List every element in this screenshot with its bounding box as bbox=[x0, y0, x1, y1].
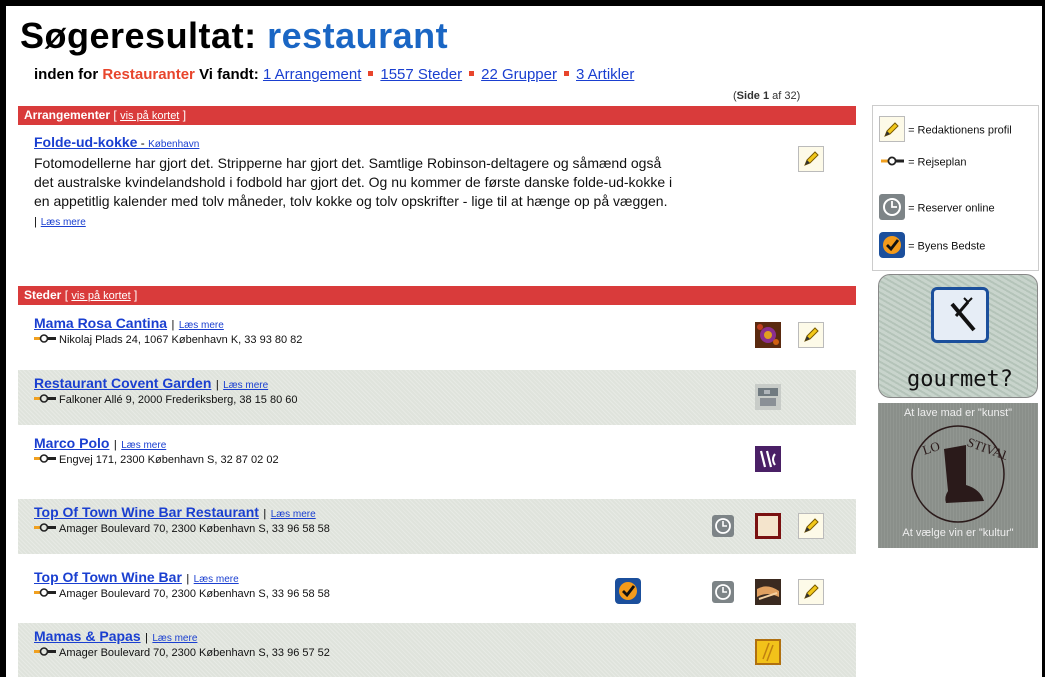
steder-section-header: Steder [ vis på kortet ] bbox=[18, 286, 856, 305]
arrangement-count-link[interactable]: 1 Arrangement bbox=[263, 66, 361, 83]
check-badge-icon[interactable] bbox=[615, 578, 641, 604]
route-plan-icon[interactable] bbox=[34, 394, 56, 406]
legend-item: = Redaktionens profil bbox=[879, 116, 1012, 145]
separator-dot bbox=[469, 71, 475, 77]
stivale-ad-top-text: At lave mad er "kunst" bbox=[903, 407, 1013, 419]
event-title-link[interactable]: Folde-ud-kokke bbox=[34, 134, 137, 150]
icon-legend: = Redaktionens profil = Rejseplan = Rese… bbox=[872, 105, 1039, 271]
page-total: af 32) bbox=[772, 90, 801, 102]
venue-read-more-link[interactable]: Læs mere bbox=[179, 320, 224, 331]
list-item: Top Of Town Wine Bar Restaurant | Læs me… bbox=[18, 499, 856, 554]
event-title-wrap: Folde-ud-kokke - København bbox=[34, 134, 199, 150]
fork-knife-icon bbox=[931, 287, 989, 343]
legend-item: = Reserver online bbox=[879, 194, 995, 223]
clock-icon bbox=[879, 194, 905, 223]
route-plan-icon bbox=[879, 156, 905, 169]
window-frame-top bbox=[0, 0, 1045, 6]
route-plan-icon[interactable] bbox=[34, 523, 56, 535]
found-label: Vi fandt: bbox=[199, 66, 259, 83]
grupper-count-link[interactable]: 22 Grupper bbox=[481, 66, 557, 83]
route-plan-icon[interactable] bbox=[34, 588, 56, 600]
venue-address: Amager Boulevard 70, 2300 København S, 3… bbox=[34, 588, 330, 600]
title-colon: : bbox=[244, 15, 257, 56]
list-item: Mama Rosa Cantina | Læs mere Nikolaj Pla… bbox=[18, 310, 856, 365]
pencil-icon[interactable] bbox=[798, 579, 824, 605]
venue-thumbnail[interactable] bbox=[755, 384, 781, 410]
venue-thumbnail[interactable] bbox=[755, 579, 781, 605]
scope-label: inden for bbox=[34, 66, 99, 83]
pencil-icon bbox=[879, 116, 905, 145]
venue-thumbnail[interactable] bbox=[755, 639, 781, 665]
venue-address: Amager Boulevard 70, 2300 København S, 3… bbox=[34, 523, 330, 535]
list-item: Mamas & Papas | Læs mere Amager Boulevar… bbox=[18, 623, 856, 677]
venue-read-more-link[interactable]: Læs mere bbox=[223, 380, 268, 391]
venue-name-link[interactable]: Marco Polo bbox=[34, 435, 109, 451]
page-side-label: Side bbox=[736, 90, 760, 102]
venue-name-link[interactable]: Top Of Town Wine Bar Restaurant bbox=[34, 504, 259, 520]
venue-address: Amager Boulevard 70, 2300 København S, 3… bbox=[34, 647, 330, 659]
category-label: Restauranter bbox=[102, 66, 195, 83]
separator-dot bbox=[564, 71, 569, 77]
legend-label: = Byens Bedste bbox=[908, 240, 986, 253]
legend-label: = Reserver online bbox=[908, 202, 995, 215]
event-item: Folde-ud-kokke - København Fotomodellern… bbox=[18, 126, 856, 266]
route-plan-icon[interactable] bbox=[34, 647, 56, 659]
venue-name-link[interactable]: Restaurant Covent Garden bbox=[34, 375, 211, 391]
clock-icon[interactable] bbox=[712, 515, 734, 537]
arrangementer-heading: Arrangementer bbox=[24, 108, 111, 122]
page-title: Søgeresultat: restaurant bbox=[20, 16, 448, 56]
page-current: 1 bbox=[762, 90, 770, 102]
lo-stivale-ad-banner[interactable]: At lave mad er "kunst" LO STIVALE At væl… bbox=[878, 403, 1038, 548]
list-item: Top Of Town Wine Bar | Læs mere Amager B… bbox=[18, 564, 856, 619]
check-badge-icon bbox=[879, 232, 905, 261]
list-item: Marco Polo | Læs mere Engvej 171, 2300 K… bbox=[18, 430, 856, 485]
venue-read-more-link[interactable]: Læs mere bbox=[194, 574, 239, 585]
event-title-sep: - bbox=[137, 136, 149, 150]
list-item: Restaurant Covent Garden | Læs mere Falk… bbox=[18, 370, 856, 425]
pencil-icon[interactable] bbox=[798, 146, 824, 172]
stivale-logo-text: STIVALE bbox=[965, 434, 1006, 466]
venue-address: Falkoner Allé 9, 2000 Frederiksberg, 38 … bbox=[34, 394, 297, 406]
venue-address: Engvej 171, 2300 København S, 32 87 02 0… bbox=[34, 454, 279, 466]
steder-count-link[interactable]: 1557 Steder bbox=[380, 66, 462, 83]
artikler-count-link[interactable]: 3 Artikler bbox=[576, 66, 634, 83]
venue-name-link[interactable]: Top Of Town Wine Bar bbox=[34, 569, 182, 585]
legend-item: = Rejseplan bbox=[879, 156, 966, 169]
pencil-icon[interactable] bbox=[798, 513, 824, 539]
boot-logo-icon: LO STIVALE bbox=[911, 425, 1006, 523]
route-plan-icon[interactable] bbox=[34, 334, 56, 346]
event-city-link[interactable]: København bbox=[148, 139, 199, 150]
venue-thumbnail[interactable] bbox=[755, 322, 781, 348]
window-frame-left bbox=[0, 0, 6, 677]
venue-address: Nikolaj Plads 24, 1067 København K, 33 9… bbox=[34, 334, 302, 346]
legend-label: = Rejseplan bbox=[908, 156, 967, 169]
event-description: Fotomodellerne har gjort det. Stripperne… bbox=[34, 155, 673, 228]
legend-label: = Redaktionens profil bbox=[908, 124, 1012, 137]
venue-thumbnail[interactable] bbox=[755, 513, 781, 539]
legend-item: = Byens Bedste bbox=[879, 232, 985, 261]
route-plan-icon[interactable] bbox=[34, 454, 56, 466]
search-query: restaurant bbox=[267, 15, 449, 56]
venue-read-more-link[interactable]: Læs mere bbox=[121, 440, 166, 451]
result-summary: inden for Restauranter Vi fandt: 1 Arran… bbox=[34, 66, 634, 83]
pencil-icon[interactable] bbox=[798, 322, 824, 348]
arrangementer-section-header: Arrangementer [ vis på kortet ] bbox=[18, 106, 856, 125]
venue-name-link[interactable]: Mamas & Papas bbox=[34, 628, 141, 644]
venue-thumbnail[interactable] bbox=[755, 446, 781, 472]
separator-dot bbox=[368, 71, 374, 77]
event-description-text: Fotomodellerne har gjort det. Stripperne… bbox=[34, 155, 673, 209]
steder-heading: Steder bbox=[24, 288, 62, 302]
gourmet-ad-text: gourmet? bbox=[907, 367, 1013, 392]
arrangementer-map-link[interactable]: vis på kortet bbox=[120, 110, 179, 122]
venue-read-more-link[interactable]: Læs mere bbox=[271, 509, 316, 520]
title-prefix: Søgeresultat bbox=[20, 15, 245, 56]
steder-map-link[interactable]: vis på kortet bbox=[71, 290, 130, 302]
venue-name-link[interactable]: Mama Rosa Cantina bbox=[34, 315, 167, 331]
clock-icon[interactable] bbox=[712, 581, 734, 603]
venue-read-more-link[interactable]: Læs mere bbox=[152, 633, 197, 644]
gourmet-ad-banner[interactable]: gourmet? bbox=[878, 274, 1038, 398]
page-indicator: (Side 1 af 32) bbox=[733, 90, 801, 102]
stivale-ad-bottom-text: At vælge vin er "kultur" bbox=[902, 527, 1014, 539]
event-read-more-link[interactable]: Læs mere bbox=[41, 217, 86, 228]
